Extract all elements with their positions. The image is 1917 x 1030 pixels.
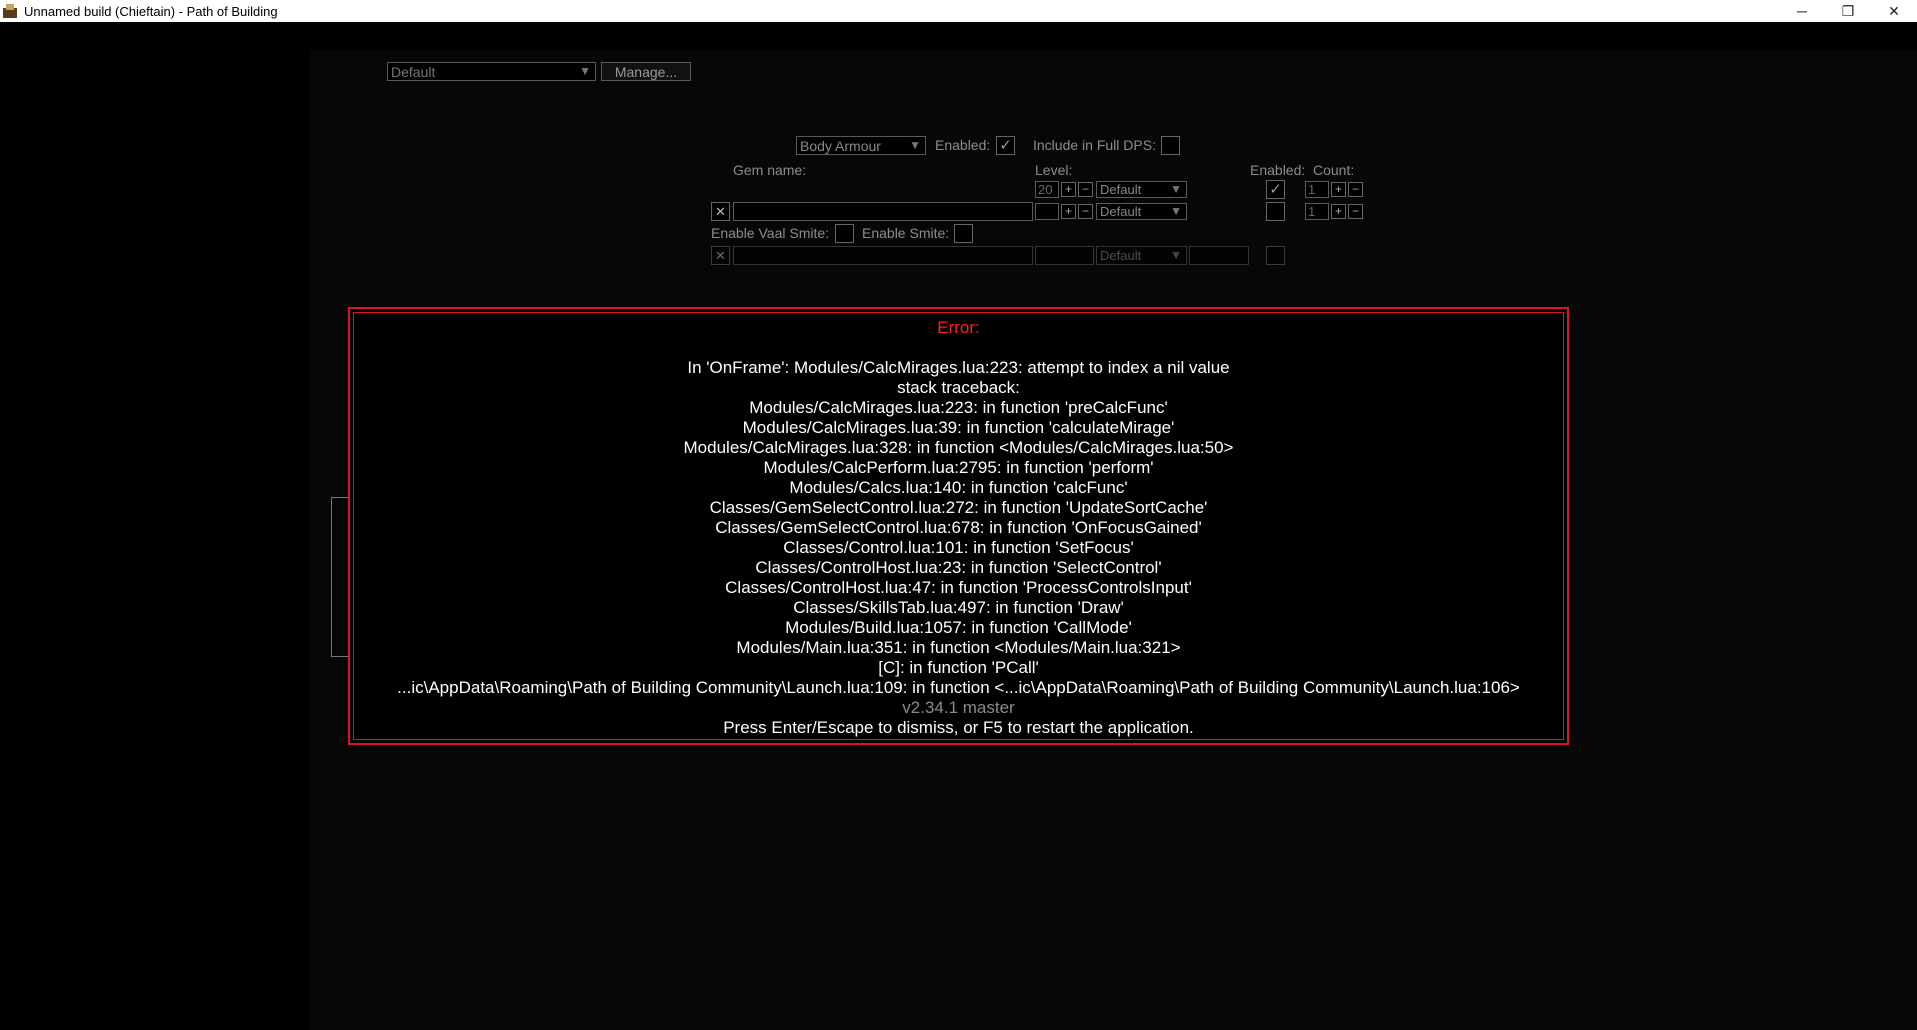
- vaal-smite-checkbox[interactable]: [835, 224, 854, 243]
- minus-icon[interactable]: −: [1078, 182, 1093, 197]
- remove-gem-icon[interactable]: ✕: [711, 202, 730, 221]
- error-line: Classes/ControlHost.lua:47: in function …: [725, 578, 1192, 597]
- count-header: Count:: [1313, 162, 1355, 178]
- gem-enabled-checkbox[interactable]: [1266, 202, 1285, 221]
- gem-name-input[interactable]: [733, 246, 1033, 265]
- gem-enabled-checkbox[interactable]: [1266, 246, 1285, 265]
- plus-icon[interactable]: +: [1331, 182, 1346, 197]
- version-label: v2.34.1 master: [902, 698, 1015, 717]
- smite-label: Enable Smite:: [862, 225, 950, 241]
- error-line: Classes/GemSelectControl.lua:678: in fun…: [715, 518, 1202, 537]
- plus-icon[interactable]: +: [1331, 204, 1346, 219]
- left-panel: [0, 22, 310, 1030]
- window-title: Unnamed build (Chieftain) - Path of Buil…: [24, 3, 278, 19]
- manage-button[interactable]: Manage...: [601, 62, 691, 81]
- minus-icon[interactable]: −: [1348, 182, 1363, 197]
- dropdown-arrow-icon: ▼: [1170, 182, 1182, 196]
- error-line: Classes/SkillsTab.lua:497: in function '…: [793, 598, 1124, 617]
- gem-count-input[interactable]: 1: [1305, 181, 1329, 198]
- restore-button[interactable]: ❐: [1825, 0, 1871, 22]
- gem-quality-dropdown[interactable]: Default ▼: [1096, 246, 1187, 265]
- gem-count-input[interactable]: 1: [1305, 203, 1329, 220]
- error-line: stack traceback:: [897, 378, 1020, 397]
- full-dps-label: Include in Full DPS:: [1033, 137, 1156, 153]
- dropdown-arrow-icon: ▼: [1170, 204, 1182, 218]
- app-icon: [2, 3, 18, 19]
- gem-quality-dropdown[interactable]: Default ▼: [1096, 203, 1187, 220]
- dropdown-arrow-icon: ▼: [579, 64, 591, 78]
- error-line: Classes/Control.lua:101: in function 'Se…: [783, 538, 1134, 557]
- gem-enabled-header: Enabled:: [1250, 162, 1306, 178]
- gem-quality-value: Default: [1100, 204, 1142, 219]
- plus-icon[interactable]: +: [1061, 204, 1076, 219]
- close-button[interactable]: ✕: [1871, 0, 1917, 22]
- error-line: Classes/ControlHost.lua:23: in function …: [755, 558, 1162, 577]
- group-enabled-checkbox[interactable]: ✓: [996, 136, 1015, 155]
- dismiss-hint: Press Enter/Escape to dismiss, or F5 to …: [723, 718, 1194, 737]
- slot-dropdown[interactable]: Body Armour ▼: [796, 136, 926, 155]
- gem-quality-dropdown[interactable]: Default ▼: [1096, 181, 1187, 198]
- error-traceback: In 'OnFrame': Modules/CalcMirages.lua:22…: [350, 358, 1567, 698]
- gem-quality-value: Default: [1100, 182, 1142, 197]
- error-line: Classes/GemSelectControl.lua:272: in fun…: [709, 498, 1208, 517]
- minus-icon[interactable]: −: [1078, 204, 1093, 219]
- error-line: Modules/Main.lua:351: in function <Modul…: [736, 638, 1181, 657]
- error-line: Modules/Calcs.lua:140: in function 'calc…: [789, 478, 1128, 497]
- gem-level-input[interactable]: 20: [1035, 181, 1059, 198]
- error-dialog: Error: In 'OnFrame': Modules/CalcMirages…: [348, 307, 1569, 745]
- plus-icon[interactable]: +: [1061, 182, 1076, 197]
- gem-name-input[interactable]: [733, 202, 1033, 221]
- skill-set-dropdown[interactable]: Default ▼: [387, 62, 596, 81]
- dropdown-arrow-icon: ▼: [909, 138, 921, 152]
- vaal-smite-label: Enable Vaal Smite:: [711, 225, 830, 241]
- gem-quality-value: Default: [1100, 248, 1142, 263]
- error-line: Modules/CalcPerform.lua:2795: in functio…: [763, 458, 1154, 477]
- skill-set-value: Default: [391, 63, 436, 80]
- minus-icon[interactable]: −: [1348, 204, 1363, 219]
- full-dps-checkbox[interactable]: [1161, 136, 1180, 155]
- gem-name-header: Gem name:: [733, 162, 807, 178]
- error-line: Modules/CalcMirages.lua:223: in function…: [749, 398, 1168, 417]
- slot-value: Body Armour: [800, 137, 881, 154]
- error-line: [C]: in function 'PCall': [878, 658, 1039, 677]
- error-line: Modules/Build.lua:1057: in function 'Cal…: [785, 618, 1132, 637]
- error-line: In 'OnFrame': Modules/CalcMirages.lua:22…: [687, 358, 1230, 377]
- gem-enabled-checkbox[interactable]: ✓: [1266, 180, 1285, 199]
- smite-checkbox[interactable]: [954, 224, 973, 243]
- level-header: Level:: [1035, 162, 1073, 178]
- error-line: Modules/CalcMirages.lua:328: in function…: [683, 438, 1234, 457]
- gem-level-input[interactable]: [1035, 246, 1094, 265]
- error-title: Error:: [937, 318, 980, 337]
- minimize-button[interactable]: ─: [1779, 0, 1825, 22]
- remove-gem-icon[interactable]: ✕: [711, 246, 730, 265]
- error-line: Modules/CalcMirages.lua:39: in function …: [742, 418, 1175, 437]
- enabled-label: Enabled:: [935, 137, 991, 153]
- gem-level-input[interactable]: [1035, 203, 1059, 220]
- gem-quality-input[interactable]: [1189, 246, 1249, 265]
- dropdown-arrow-icon: ▼: [1170, 248, 1182, 262]
- error-line: ...ic\AppData\Roaming\Path of Building C…: [397, 678, 1520, 697]
- window-title-bar: Unnamed build (Chieftain) - Path of Buil…: [0, 0, 1917, 22]
